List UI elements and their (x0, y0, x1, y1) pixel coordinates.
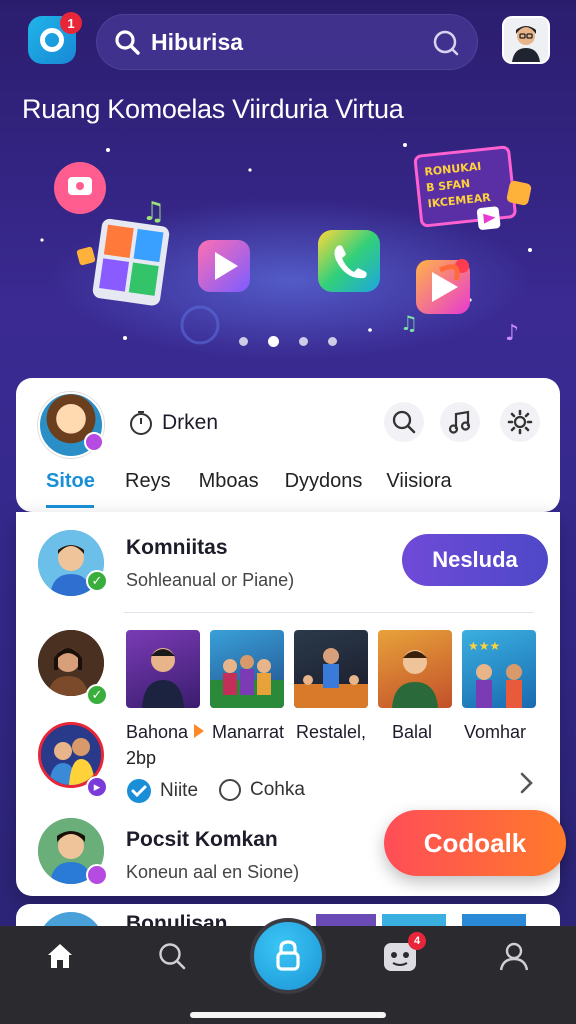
music-button[interactable] (440, 402, 480, 442)
hero-illustration[interactable]: ♫ ♪ ♫ RONUKAI B SFAN IKCEMEAR (0, 130, 576, 360)
community-card: Drken Sitoe Reys Mboas Dyydons Viisiora (16, 378, 560, 512)
checked-circle-icon (127, 779, 151, 803)
choice-label-cohka: Cohka (250, 779, 305, 800)
verified-check-icon: ✓ (86, 570, 108, 592)
avatar-icon (504, 18, 548, 62)
search-icon (392, 410, 416, 434)
logo-notification-badge: 1 (60, 12, 82, 34)
choice-niite[interactable]: Niite (126, 778, 198, 804)
carousel-dot[interactable] (299, 337, 308, 346)
choice-cohka[interactable]: Cohka (218, 778, 305, 802)
community-name: Drken (162, 411, 219, 434)
video-thumbnail-4[interactable] (378, 630, 452, 708)
avatar-badge (84, 432, 104, 452)
choice-label-niite: Niite (160, 780, 199, 801)
search-bar[interactable]: Hiburisa (96, 14, 478, 70)
create-fab[interactable] (250, 918, 326, 994)
tablet-icon (92, 218, 170, 306)
search-button[interactable] (384, 402, 424, 442)
bottom-navigation: 4 (0, 918, 576, 1024)
video-thumbnail-2[interactable] (210, 630, 284, 708)
avatar-badge (86, 864, 108, 886)
tab-sitoe[interactable]: Sitoe (46, 470, 95, 508)
row-subtitle-3: Koneun aal en Sione) (126, 862, 300, 882)
svg-text:♫: ♫ (142, 197, 165, 227)
play-triangle-icon (194, 724, 204, 738)
thumb-label-2: Manarrat (212, 722, 285, 742)
profile-avatar[interactable] (502, 16, 550, 64)
nav-profile[interactable] (494, 936, 534, 976)
post-meta: 2bp (126, 748, 157, 768)
thumb-label-1: Bahona (126, 722, 189, 742)
play-icon (198, 240, 250, 292)
tab-viisiora[interactable]: Viisiora (386, 470, 451, 508)
tab-mboas[interactable]: Mboas (199, 470, 259, 508)
community-name-row: Drken (128, 410, 218, 436)
row-title-komniitas: Komniitas (126, 536, 228, 559)
svg-text:♫: ♫ (400, 311, 418, 335)
community-tabs: Sitoe Reys Mboas Dyydons Viisiora (46, 470, 452, 508)
row-subtitle: Sohleanual or Piane) (126, 570, 295, 590)
music-note-icon (448, 410, 471, 434)
top-bar: 1 Hiburisa (0, 12, 576, 72)
follow-button[interactable]: Codoalk (384, 810, 566, 876)
search-icon (115, 30, 140, 55)
thumb-label-5: Vomhar (464, 722, 527, 742)
home-indicator (190, 1012, 386, 1018)
carousel-dot[interactable] (239, 337, 248, 346)
play-badge-icon: ▸ (86, 776, 108, 798)
search-text: Hiburisa (151, 28, 244, 55)
verified-check-icon: ✓ (86, 684, 108, 706)
join-button[interactable]: Nesluda (402, 534, 548, 586)
row-title-pocsit: Pocsit Komkan (126, 828, 278, 851)
user-icon (499, 942, 529, 971)
gear-icon (507, 409, 533, 435)
video-thumbnail-5[interactable]: ★★★ (462, 630, 536, 708)
video-thumbnail-1[interactable] (126, 630, 200, 708)
phone-icon (318, 230, 380, 292)
lens-icon[interactable] (431, 28, 461, 58)
thumb-label-3: Restalel, (296, 722, 367, 742)
nav-search[interactable] (152, 936, 192, 976)
carousel-dot[interactable] (328, 337, 337, 346)
carousel-dot-active[interactable] (268, 336, 279, 347)
neon-sign: RONUKAI B SFAN IKCEMEAR (413, 145, 517, 230)
home-icon (48, 944, 72, 968)
search-icon (159, 943, 186, 970)
carousel-dots[interactable] (0, 336, 576, 347)
svg-text:★★★: ★★★ (468, 639, 500, 653)
video-thumbnail-3[interactable] (294, 630, 368, 708)
chevron-right-icon[interactable] (518, 768, 536, 798)
tab-dyydons[interactable]: Dyydons (285, 470, 363, 508)
app-logo[interactable]: 1 (28, 12, 82, 64)
divider (124, 612, 534, 613)
nav-messages[interactable]: 4 (380, 932, 426, 976)
hero-title: Ruang Komoelas Viirduria Virtua (22, 94, 404, 124)
settings-button[interactable] (500, 402, 540, 442)
community-avatar[interactable] (38, 392, 104, 458)
app-logo-icon (40, 28, 64, 52)
chat-bubble-icon (54, 162, 106, 214)
lock-icon (276, 940, 300, 971)
empty-circle-icon (219, 779, 241, 801)
messages-badge: 4 (408, 932, 426, 950)
thumb-label-4: Balal (392, 722, 433, 742)
nav-home[interactable] (40, 936, 80, 976)
tab-reys[interactable]: Reys (125, 470, 171, 508)
timer-icon (130, 411, 152, 435)
